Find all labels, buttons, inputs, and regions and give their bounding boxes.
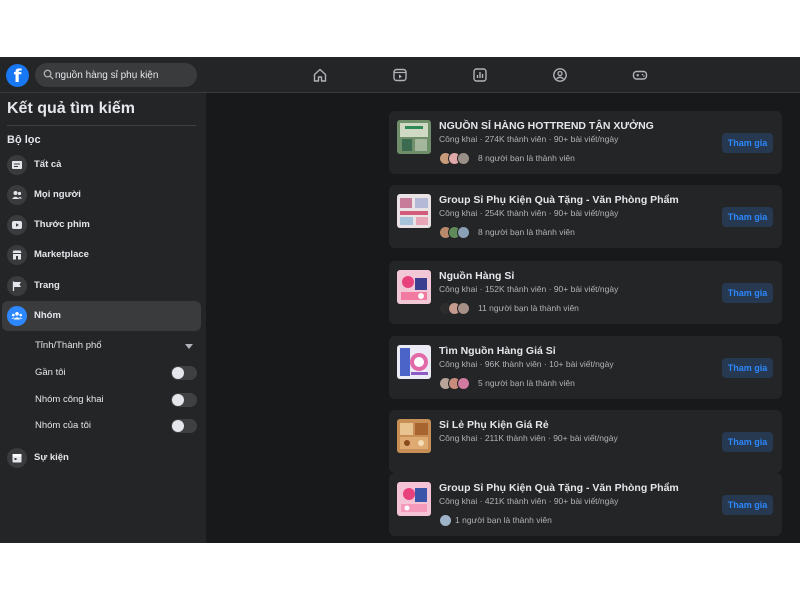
sidebar-item-people[interactable]: Mọi người (2, 180, 201, 210)
group-cover-image (397, 482, 431, 516)
avatar (457, 377, 470, 390)
near-me-filter: Gần tôi (35, 363, 197, 383)
group-result-card[interactable]: NGUỒN SỈ HÀNG HOTTREND TẬN XƯỞNG Công kh… (389, 111, 782, 174)
my-groups-toggle[interactable] (171, 419, 197, 433)
friends-in-group: 5 người bạn là thành viên (478, 378, 575, 388)
city-filter-dropdown[interactable]: Tỉnh/Thành phố (35, 336, 197, 356)
friends-in-group: 8 người bạn là thành viên (478, 227, 575, 237)
gaming-icon[interactable] (632, 67, 648, 83)
friends-in-group: 1 người bạn là thành viên (455, 515, 552, 525)
group-name[interactable]: Nguồn Hàng Sỉ (439, 270, 514, 282)
group-result-card[interactable]: Sỉ Lẻ Phụ Kiện Giá Rẻ Công khai · 211K t… (389, 410, 782, 473)
near-me-label: Gần tôi (35, 367, 66, 378)
group-result-card[interactable]: Nguồn Hàng Sỉ Công khai · 152K thành viê… (389, 261, 782, 324)
group-result-card[interactable]: Group Sỉ Phụ Kiện Quà Tặng - Văn Phòng P… (389, 185, 782, 248)
group-meta: Công khai · 274K thành viên · 90+ bài vi… (439, 134, 619, 144)
group-meta: Công khai · 211K thành viên · 90+ bài vi… (439, 433, 618, 443)
avatar (457, 152, 470, 165)
sidebar-item-reels[interactable]: Thước phim (2, 210, 201, 240)
divider (7, 125, 196, 126)
search-box[interactable] (35, 63, 197, 87)
my-groups-label: Nhóm của tôi (35, 420, 91, 431)
groups-icon (11, 312, 23, 320)
pages-icon[interactable] (472, 67, 488, 83)
join-group-button[interactable]: Tham gia (722, 283, 773, 303)
group-meta: Công khai · 421K thành viên · 90+ bài vi… (439, 496, 619, 506)
top-bar: f (0, 57, 800, 93)
flag-icon (12, 281, 21, 291)
filter-heading: Bộ lọc (7, 134, 41, 146)
join-group-button[interactable]: Tham gia (722, 133, 773, 153)
shop-icon (12, 250, 22, 260)
sidebar-item-label: Thước phim (34, 219, 90, 230)
posts-icon (12, 161, 22, 169)
join-group-button[interactable]: Tham gia (722, 358, 773, 378)
avatar (439, 514, 452, 527)
group-result-card[interactable]: Group Sỉ Phụ Kiện Quà Tặng - Văn Phòng P… (389, 473, 782, 536)
group-meta: Công khai · 254K thành viên · 90+ bài vi… (439, 208, 619, 218)
sidebar-item-label: Nhóm (34, 310, 61, 321)
sidebar-item-pages[interactable]: Trang (2, 271, 201, 301)
group-name[interactable]: NGUỒN SỈ HÀNG HOTTREND TẬN XƯỞNG (439, 120, 654, 132)
people-icon (12, 191, 22, 199)
sidebar-item-all[interactable]: Tất cả (2, 150, 201, 180)
sidebar-item-events[interactable]: Sự kiện (2, 443, 201, 473)
group-meta: Công khai · 152K thành viên · 90+ bài vi… (439, 284, 619, 294)
sidebar-item-label: Trang (34, 280, 60, 291)
avatar (457, 226, 470, 239)
search-icon (43, 69, 54, 80)
facebook-logo[interactable]: f (6, 64, 29, 87)
group-name[interactable]: Sỉ Lẻ Phụ Kiện Giá Rẻ (439, 419, 549, 431)
app-window: f Kết quả tìm kiếm Bộ lọc Tất cả Mọi ngư… (0, 57, 800, 543)
sidebar-item-label: Sự kiện (34, 452, 69, 463)
search-sidebar: Kết quả tìm kiếm Bộ lọc Tất cả Mọi người… (0, 93, 206, 543)
group-cover-image (397, 120, 431, 154)
groups-icon[interactable] (552, 67, 568, 83)
my-groups-filter: Nhóm của tôi (35, 416, 197, 436)
avatar (457, 302, 470, 315)
group-cover-image (397, 270, 431, 304)
public-groups-label: Nhóm công khai (35, 394, 104, 405)
chevron-down-icon (185, 344, 193, 349)
join-group-button[interactable]: Tham gia (722, 495, 773, 515)
group-cover-image (397, 345, 431, 379)
friends-in-group: 11 người bạn là thành viên (478, 303, 579, 313)
friends-in-group: 8 người bạn là thành viên (478, 153, 575, 163)
public-groups-toggle[interactable] (171, 393, 197, 407)
group-cover-image (397, 419, 431, 453)
video-icon (12, 221, 22, 229)
search-input[interactable] (55, 63, 193, 87)
sidebar-item-marketplace[interactable]: Marketplace (2, 240, 201, 270)
group-name[interactable]: Group Sỉ Phụ Kiện Quà Tặng - Văn Phòng P… (439, 482, 679, 494)
sidebar-item-label: Tất cả (34, 159, 62, 170)
calendar-icon (12, 454, 22, 463)
group-name[interactable]: Group Sỉ Phụ Kiện Quà Tặng - Văn Phòng P… (439, 194, 679, 206)
group-meta: Công khai · 96K thành viên · 10+ bài viế… (439, 359, 614, 369)
group-result-card[interactable]: Tìm Nguồn Hàng Giá Sỉ Công khai · 96K th… (389, 336, 782, 399)
sidebar-item-label: Mọi người (34, 189, 81, 200)
home-icon[interactable] (312, 67, 328, 83)
sidebar-item-label: Marketplace (34, 249, 89, 260)
sidebar-title: Kết quả tìm kiếm (7, 100, 136, 117)
sidebar-item-groups[interactable]: Nhóm (2, 301, 201, 331)
city-filter-label: Tỉnh/Thành phố (35, 340, 102, 351)
join-group-button[interactable]: Tham gia (722, 207, 773, 227)
group-name[interactable]: Tìm Nguồn Hàng Giá Sỉ (439, 345, 556, 357)
join-group-button[interactable]: Tham gia (722, 432, 773, 452)
near-me-toggle[interactable] (171, 366, 197, 380)
group-cover-image (397, 194, 431, 228)
watch-icon[interactable] (392, 67, 408, 83)
public-groups-filter: Nhóm công khai (35, 390, 197, 410)
